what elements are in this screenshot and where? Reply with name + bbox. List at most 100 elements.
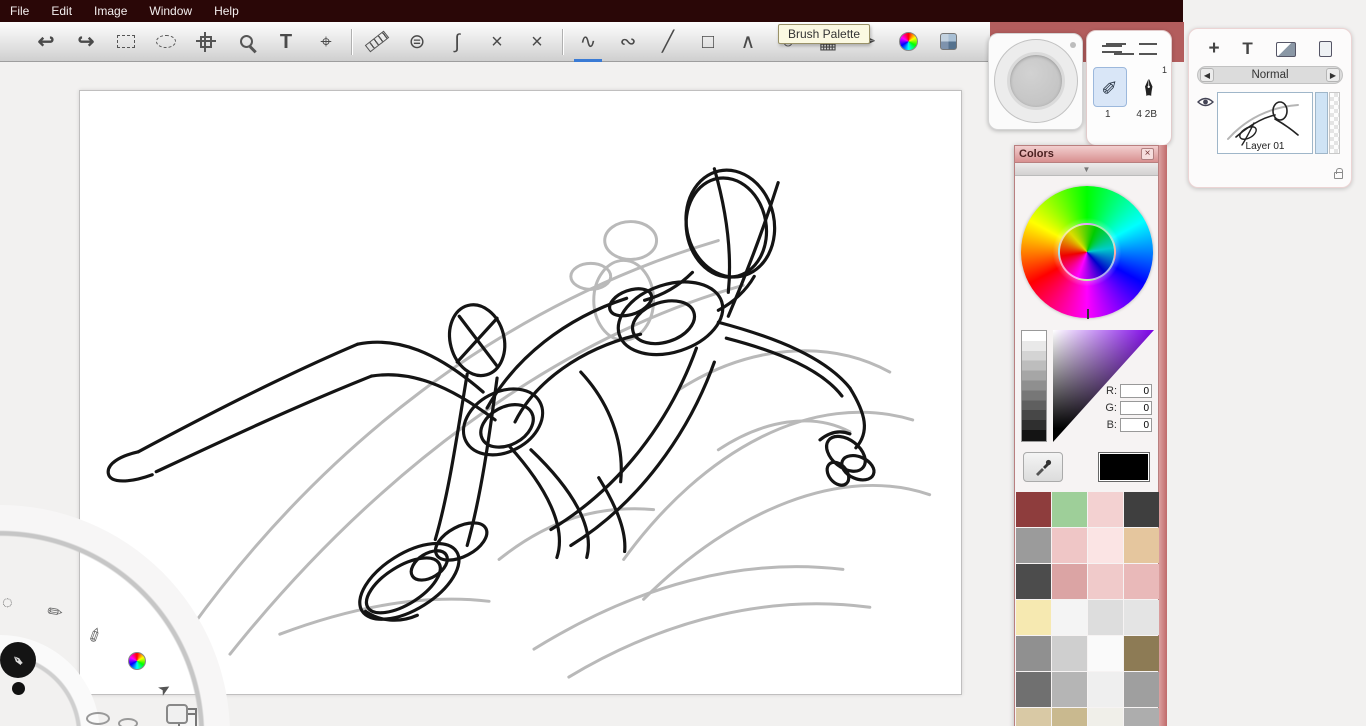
color-wheel-button[interactable] — [888, 23, 928, 61]
move-tool-button[interactable]: ⌖ — [306, 23, 346, 61]
palette-swatch[interactable] — [1124, 528, 1159, 563]
text-layer-button[interactable]: T — [1242, 39, 1252, 59]
lagoon-ellipse-icon[interactable] — [86, 712, 110, 725]
palette-swatch[interactable] — [1052, 636, 1087, 671]
move-icon: ⌖ — [320, 32, 331, 52]
menu-edit[interactable]: Edit — [51, 4, 72, 18]
palette-swatch[interactable] — [1016, 708, 1051, 726]
palette-swatch[interactable] — [1052, 528, 1087, 563]
layer-transparency-strip — [1329, 92, 1340, 154]
lagoon-black-dot[interactable] — [12, 682, 25, 695]
grayscale-ramp[interactable] — [1021, 330, 1047, 442]
copic-library-button[interactable] — [928, 23, 968, 61]
lagoon-ellipse-icon[interactable] — [118, 718, 138, 726]
palette-swatch[interactable] — [1052, 600, 1087, 635]
palette-swatch[interactable] — [1016, 492, 1051, 527]
palette-swatch[interactable] — [1124, 636, 1159, 671]
ruler-icon — [365, 31, 389, 53]
colors-panel-titlebar[interactable]: Colors × — [1015, 146, 1158, 163]
palette-swatch[interactable] — [1124, 600, 1159, 635]
g-value-input[interactable] — [1120, 401, 1152, 415]
image-icon — [1276, 42, 1296, 57]
steady-stroke-icon: ∾ — [620, 32, 637, 52]
zoom-button[interactable] — [226, 23, 266, 61]
palette-swatch[interactable] — [1124, 672, 1159, 707]
palette-swatch[interactable] — [1088, 492, 1123, 527]
colors-panel-collapse-button[interactable]: ▼ — [1015, 163, 1158, 176]
blend-next-button[interactable]: ▶ — [1326, 68, 1340, 82]
layer-options-button[interactable] — [1319, 41, 1332, 57]
brush-puck-panel[interactable] — [988, 33, 1083, 130]
palette-swatch[interactable] — [1052, 708, 1087, 726]
layer-visibility-eye-icon[interactable] — [1197, 96, 1214, 108]
menu-image[interactable]: Image — [94, 4, 127, 18]
blend-prev-button[interactable]: ◀ — [1200, 68, 1214, 82]
color-wheel[interactable] — [1021, 186, 1153, 318]
menu-help[interactable]: Help — [214, 4, 239, 18]
ellipse-guide-button[interactable]: ⊜ — [397, 23, 437, 61]
palette-swatch[interactable] — [1052, 492, 1087, 527]
french-curve-button[interactable]: ∫ — [437, 23, 477, 61]
layer-opacity-bar[interactable] — [1315, 92, 1328, 154]
lasso-select-button[interactable] — [146, 23, 186, 61]
brush-menu-button[interactable] — [1139, 43, 1157, 55]
curve-stroke-button[interactable]: ∿ — [568, 23, 608, 61]
ruler-button[interactable] — [357, 23, 397, 61]
b-value-input[interactable] — [1120, 418, 1152, 432]
palette-swatch[interactable] — [1016, 672, 1051, 707]
palette-swatch[interactable] — [1016, 564, 1051, 599]
colors-panel-close-button[interactable]: × — [1141, 148, 1154, 160]
brush-puck-ring[interactable] — [994, 39, 1078, 123]
colors-panel-scroll-strip[interactable] — [1159, 145, 1167, 726]
palette-swatch[interactable] — [1088, 528, 1123, 563]
blend-mode-selector[interactable]: ◀ Normal ▶ — [1197, 66, 1343, 84]
brush-slot-pen[interactable]: ✒ 1 — [1135, 67, 1165, 107]
drawing-canvas[interactable] — [79, 90, 962, 695]
color-wheel-inner-disc[interactable] — [1058, 223, 1116, 281]
symmetry-y-button[interactable]: × — [517, 23, 557, 61]
symmetry-x-button[interactable]: × — [477, 23, 517, 61]
lagoon-selection-icon[interactable]: ◌ — [2, 592, 13, 613]
rect-select-button[interactable] — [106, 23, 146, 61]
menu-window[interactable]: Window — [149, 4, 192, 18]
palette-swatch[interactable] — [1016, 528, 1051, 563]
palette-swatch[interactable] — [1124, 564, 1159, 599]
line-tool-button[interactable]: ╱ — [648, 23, 688, 61]
menu-file[interactable]: File — [10, 4, 29, 18]
palette-swatch[interactable] — [1052, 564, 1087, 599]
redo-button[interactable]: ↪ — [66, 23, 106, 61]
rectangle-tool-button[interactable]: □ — [688, 23, 728, 61]
palette-swatch[interactable] — [1016, 600, 1051, 635]
palette-swatch[interactable] — [1124, 492, 1159, 527]
lagoon-square-icon[interactable] — [166, 704, 188, 724]
magnifier-icon — [240, 35, 253, 48]
lasso-icon — [156, 35, 176, 48]
lagoon-pen-button[interactable]: ✒ — [0, 642, 36, 678]
undo-button[interactable]: ↩ — [26, 23, 66, 61]
import-image-button[interactable] — [1276, 42, 1296, 57]
palette-swatch[interactable] — [1124, 708, 1159, 726]
layer-lock-icon[interactable] — [1334, 172, 1343, 179]
eyedropper-button[interactable] — [1023, 452, 1063, 482]
swatch-grid-icon — [940, 33, 957, 50]
brush-slot-pencil[interactable]: ✏ — [1093, 67, 1127, 107]
palette-swatch[interactable] — [1088, 636, 1123, 671]
current-color-swatch[interactable] — [1098, 452, 1150, 482]
lagoon-color-wheel-icon[interactable] — [128, 652, 146, 670]
steady-stroke-button[interactable]: ∾ — [608, 23, 648, 61]
palette-swatch[interactable] — [1088, 672, 1123, 707]
palette-swatch[interactable] — [1016, 636, 1051, 671]
r-value-input[interactable] — [1120, 384, 1152, 398]
brush-puck[interactable] — [1007, 52, 1065, 110]
add-layer-button[interactable]: + — [1208, 38, 1219, 60]
palette-swatch[interactable] — [1088, 708, 1123, 726]
palette-swatch[interactable] — [1088, 600, 1123, 635]
pen-nib-icon: ✒ — [7, 649, 29, 671]
text-tool-button[interactable]: T — [266, 23, 306, 61]
layer-thumbnail[interactable]: Layer 01 — [1217, 92, 1313, 154]
brush-settings-button[interactable] — [1102, 42, 1122, 56]
palette-swatch[interactable] — [1088, 564, 1123, 599]
palette-swatch[interactable] — [1052, 672, 1087, 707]
polyline-tool-button[interactable]: ∧ — [728, 23, 768, 61]
crop-button[interactable] — [186, 23, 226, 61]
